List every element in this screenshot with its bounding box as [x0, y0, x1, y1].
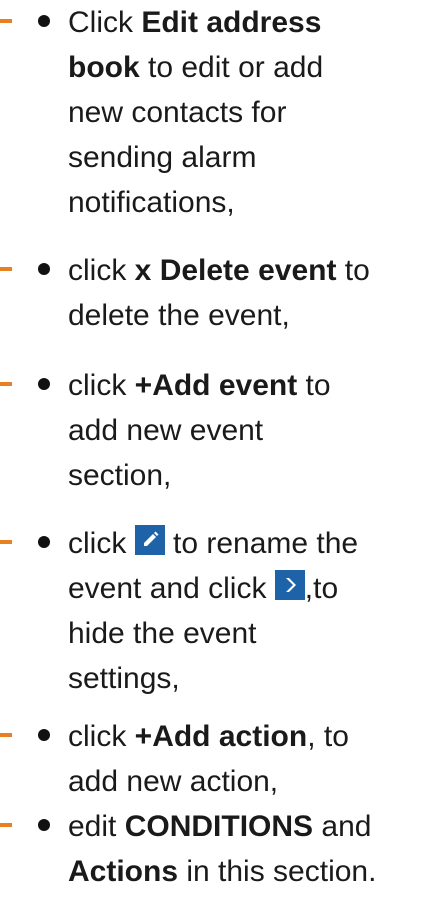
list-marker — [0, 733, 12, 737]
text-line: notifications, — [68, 186, 235, 219]
text-line: new contacts for — [68, 96, 287, 129]
bullet-icon — [38, 15, 50, 27]
pencil-icon — [134, 525, 165, 555]
list-marker — [0, 823, 12, 827]
instruction-list: Click Edit address book to edit or add n… — [0, 0, 435, 905]
list-item-edit-conditions: edit CONDITIONS and Actions in this sect… — [68, 804, 432, 894]
bullet-icon — [38, 263, 50, 275]
chevron-right-icon — [274, 570, 305, 600]
list-item-rename-hide-event: click to rename the event and click ,to … — [68, 521, 432, 701]
text-line: click +Add action, to — [68, 720, 349, 753]
list-marker — [0, 382, 12, 386]
text-line: click x Delete event to — [68, 254, 370, 287]
text-line: book to edit or add — [68, 51, 324, 84]
text-line: delete the event, — [68, 299, 290, 332]
text-line: section, — [68, 459, 172, 492]
text-line: click +Add event to — [68, 369, 331, 402]
text-line: settings, — [68, 662, 180, 695]
list-item-delete-event: click x Delete event to delete the event… — [68, 248, 432, 338]
text-line: sending alarm — [68, 141, 257, 174]
list-item-add-event: click +Add event to add new event sectio… — [68, 363, 432, 498]
text-line: add new event — [68, 414, 264, 447]
list-marker — [0, 267, 12, 271]
text-line: Actions in this section. — [68, 855, 377, 888]
text-line: Click Edit address — [68, 6, 322, 39]
text-line: event and click ,to — [68, 570, 339, 605]
bullet-icon — [38, 536, 50, 548]
text-line: hide the event — [68, 617, 257, 650]
text-line: edit CONDITIONS and — [68, 810, 372, 843]
list-item-edit-address-book: Click Edit address book to edit or add n… — [68, 0, 432, 225]
text-line: click to rename the — [68, 525, 359, 560]
list-marker — [0, 540, 12, 544]
bullet-icon — [38, 819, 50, 831]
bullet-icon — [38, 729, 50, 741]
list-item-add-action: click +Add action, to add new action, — [68, 714, 432, 804]
bullet-icon — [38, 378, 50, 390]
list-marker — [0, 19, 12, 23]
text-line: add new action, — [68, 765, 279, 798]
